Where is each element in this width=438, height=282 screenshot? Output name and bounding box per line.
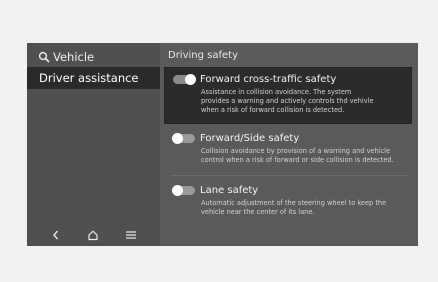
toggle-knob (185, 73, 196, 85)
search-icon (38, 51, 50, 63)
setting-description: Assistance in collision avoidance. The s… (201, 88, 374, 114)
toggle-forward-side-safety[interactable] (172, 132, 195, 144)
page-title: Driving safety (168, 50, 238, 61)
toggle-knob (172, 132, 183, 144)
menu-button[interactable] (121, 227, 141, 243)
setting-description: Collision avoidance by provision of a wa… (201, 147, 394, 164)
setting-title: Forward cross-traffic safety (200, 73, 337, 85)
menu-icon (126, 231, 137, 239)
bottom-nav (27, 224, 160, 246)
back-button[interactable] (46, 227, 66, 243)
setting-description: Automatic adjustment of the steering whe… (201, 199, 387, 216)
toggle-lane-safety[interactable] (172, 184, 195, 196)
sidebar-header[interactable]: Vehicle (38, 49, 94, 65)
setting-lane-safety[interactable]: Lane safety Automatic adjustment of the … (165, 179, 411, 223)
setting-forward-cross-traffic-safety[interactable]: Forward cross-traffic safety Assistance … (165, 68, 411, 123)
setting-title: Lane safety (200, 184, 259, 196)
divider (171, 175, 409, 176)
infotainment-screen: Vehicle Driver assistance Driving safety… (27, 43, 418, 246)
setting-forward-side-safety[interactable]: Forward/Side safety Collision avoidance … (165, 127, 411, 171)
sidebar-header-label: Vehicle (53, 50, 95, 64)
sidebar-item-driver-assistance[interactable]: Driver assistance (27, 67, 160, 89)
home-button[interactable] (83, 227, 103, 243)
sidebar-item-label: Driver assistance (39, 71, 139, 85)
toggle-knob (172, 184, 183, 196)
sidebar: Vehicle Driver assistance (27, 43, 160, 246)
back-icon (52, 230, 58, 240)
toggle-forward-cross-traffic-safety[interactable] (173, 73, 196, 85)
home-icon (88, 230, 99, 241)
setting-title: Forward/Side safety (200, 132, 300, 144)
